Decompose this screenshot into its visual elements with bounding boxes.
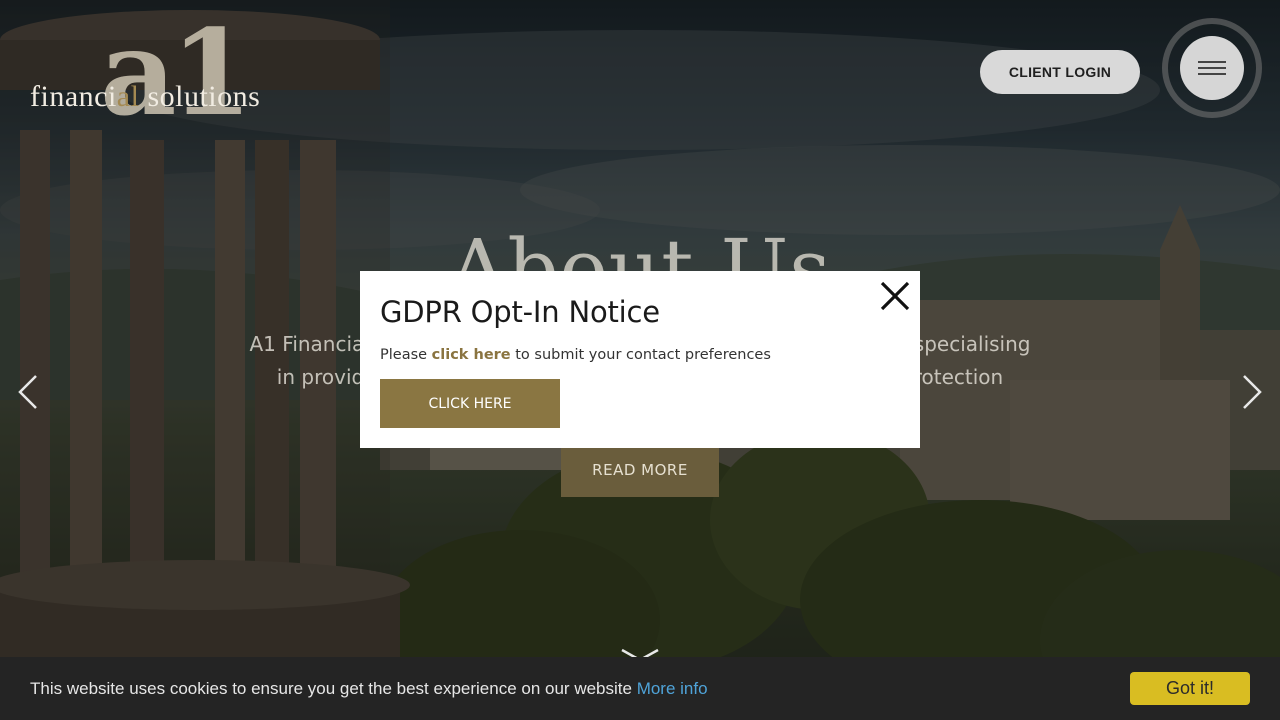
cookie-consent-bar: This website uses cookies to ensure you … (0, 657, 1280, 720)
hamburger-icon (1198, 61, 1226, 63)
gdpr-modal: GDPR Opt-In Notice Please click here to … (360, 271, 920, 448)
logo-mark: a1 (100, 3, 253, 142)
cookie-accept-button[interactable]: Got it! (1130, 672, 1250, 705)
menu-button-ring (1162, 18, 1262, 118)
cookie-message: This website uses cookies to ensure you … (30, 679, 708, 698)
more-info-link[interactable]: More info (637, 679, 708, 698)
client-login-button[interactable]: CLIENT LOGIN (980, 50, 1140, 94)
modal-message: Please click here to submit your contact… (380, 347, 771, 363)
chevron-left-icon[interactable] (16, 374, 40, 410)
close-icon[interactable] (878, 279, 912, 313)
modal-title: GDPR Opt-In Notice (380, 295, 660, 329)
click-here-button[interactable]: CLICK HERE (380, 379, 560, 428)
chevron-right-icon[interactable] (1240, 374, 1264, 410)
read-more-button[interactable]: READ MORE (561, 443, 719, 497)
click-here-link[interactable]: click here (432, 347, 511, 363)
logo-wordmark: financial solutions (30, 80, 261, 113)
brand-logo[interactable]: a1 financial solutions (30, 14, 320, 136)
menu-button[interactable] (1180, 36, 1244, 100)
